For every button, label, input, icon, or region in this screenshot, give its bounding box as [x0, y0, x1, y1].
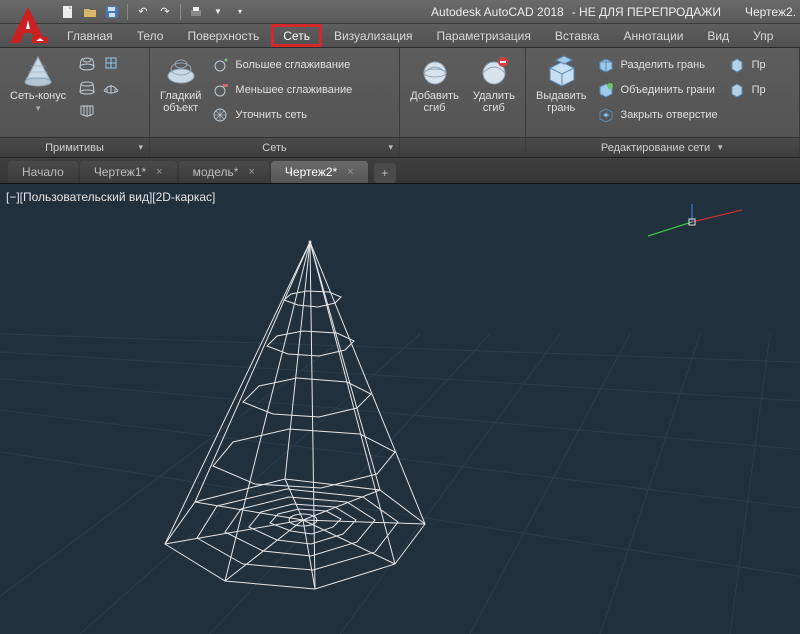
- tab-annotate[interactable]: Аннотации: [611, 24, 695, 47]
- box-icon: [728, 56, 746, 74]
- merge-faces-button[interactable]: Объединить грани: [597, 79, 718, 101]
- convert-button-2[interactable]: Пр: [728, 79, 766, 101]
- panel-title: Примитивы: [45, 142, 104, 154]
- panel-crease: Добавить сгиб Удалить сгиб: [400, 48, 526, 157]
- primitive-mini-grid: [76, 52, 122, 122]
- viewport[interactable]: [−][Пользовательский вид][2D-каркас]: [0, 184, 800, 634]
- ribbon-tabs: Главная Тело Поверхность Сеть Визуализац…: [0, 24, 800, 48]
- doc-tab[interactable]: Чертеж1* ×: [80, 161, 177, 183]
- mesh-settings-icon[interactable]: [100, 52, 122, 74]
- ribbon: Сеть-конус ▼: [0, 48, 800, 158]
- smooth-object-button[interactable]: Гладкий объект: [156, 52, 205, 116]
- tab-surface-icon[interactable]: [76, 100, 98, 122]
- close-hole-button[interactable]: Закрыть отверстие: [597, 104, 718, 126]
- merge-faces-icon: [597, 81, 615, 99]
- smooth-more-icon: [211, 56, 229, 74]
- title-suffix: - НЕ ДЛЯ ПЕРЕПРОДАЖИ: [572, 5, 721, 19]
- tab-home[interactable]: Главная: [55, 24, 125, 47]
- panel-title: Редактирование сети: [601, 142, 710, 154]
- smooth-object-icon: [164, 54, 198, 88]
- tab-parametric[interactable]: Параметризация: [425, 24, 543, 47]
- refine-mesh-icon: [211, 106, 229, 124]
- chevron-down-icon: ▼: [34, 104, 42, 113]
- tab-solid[interactable]: Тело: [125, 24, 176, 47]
- add-crease-icon: [418, 54, 452, 88]
- close-icon[interactable]: ×: [248, 166, 254, 178]
- tab-view[interactable]: Вид: [695, 24, 741, 47]
- refine-mesh-button[interactable]: Уточнить сеть: [211, 104, 352, 126]
- doc-tab-start[interactable]: Начало: [8, 161, 78, 183]
- print-icon[interactable]: [186, 2, 206, 22]
- ruled-surface-icon[interactable]: [76, 76, 98, 98]
- smooth-more-button[interactable]: Большее сглаживание: [211, 54, 352, 76]
- chevron-down-icon[interactable]: ▼: [716, 143, 724, 152]
- doc-tab-active[interactable]: Чертеж2* ×: [271, 161, 368, 183]
- open-icon[interactable]: [80, 2, 100, 22]
- panel-primitives: Сеть-конус ▼: [0, 48, 150, 157]
- smooth-less-button[interactable]: Меньшее сглаживание: [211, 79, 352, 101]
- add-tab-button[interactable]: +: [374, 163, 396, 183]
- cone-icon: [21, 54, 55, 88]
- app-title: Autodesk AutoCAD 2018: [431, 5, 564, 19]
- panel-spacer: [461, 142, 464, 154]
- remove-crease-icon: [477, 54, 511, 88]
- close-hole-icon: [597, 106, 615, 124]
- quick-access-toolbar: ↶ ↷ ▼ ▾ Autodesk AutoCAD 2018 - НЕ ДЛЯ П…: [0, 0, 800, 24]
- new-icon[interactable]: [58, 2, 78, 22]
- panel-title: Сеть: [262, 142, 286, 154]
- close-icon[interactable]: ×: [347, 166, 353, 178]
- tab-mesh[interactable]: Сеть: [271, 24, 322, 47]
- extrude-face-icon: [544, 54, 578, 88]
- revolved-surface-icon[interactable]: [76, 52, 98, 74]
- smooth-less-icon: [211, 81, 229, 99]
- panel-expander-icon[interactable]: ▾: [138, 142, 143, 153]
- dropdown-icon[interactable]: ▾: [230, 2, 250, 22]
- split-face-button[interactable]: Разделить грань: [597, 54, 718, 76]
- convert-button-1[interactable]: Пр: [728, 54, 766, 76]
- title-doc: Чертеж2.: [745, 5, 796, 19]
- app-logo[interactable]: [4, 4, 52, 46]
- mesh-cone-button[interactable]: Сеть-конус ▼: [6, 52, 70, 115]
- add-crease-button[interactable]: Добавить сгиб: [406, 52, 463, 116]
- chevron-down-icon[interactable]: ▼: [208, 2, 228, 22]
- box-icon: [728, 81, 746, 99]
- tab-insert[interactable]: Вставка: [543, 24, 612, 47]
- save-icon[interactable]: [102, 2, 122, 22]
- document-tabs: Начало Чертеж1* × модель* × Чертеж2* × +: [0, 158, 800, 184]
- mesh-cone-wireframe: [125, 214, 445, 614]
- extrude-face-button[interactable]: Выдавить грань: [532, 52, 591, 116]
- doc-tab[interactable]: модель* ×: [179, 161, 269, 183]
- close-icon[interactable]: ×: [156, 166, 162, 178]
- edge-surface-icon[interactable]: [100, 76, 122, 98]
- tab-visualize[interactable]: Визуализация: [322, 24, 425, 47]
- ucs-icon: [632, 202, 752, 242]
- redo-icon[interactable]: ↷: [155, 2, 175, 22]
- panel-mesh-edit: Выдавить грань Разделить грань Объединит…: [526, 48, 800, 157]
- panel-mesh: Гладкий объект Большее сглаживание Меньш…: [150, 48, 400, 157]
- panel-expander-icon[interactable]: ▾: [388, 142, 393, 153]
- split-face-icon: [597, 56, 615, 74]
- tab-surface[interactable]: Поверхность: [175, 24, 271, 47]
- undo-icon[interactable]: ↶: [133, 2, 153, 22]
- tab-manage[interactable]: Упр: [741, 24, 785, 47]
- remove-crease-button[interactable]: Удалить сгиб: [469, 52, 519, 116]
- viewport-label[interactable]: [−][Пользовательский вид][2D-каркас]: [6, 190, 215, 204]
